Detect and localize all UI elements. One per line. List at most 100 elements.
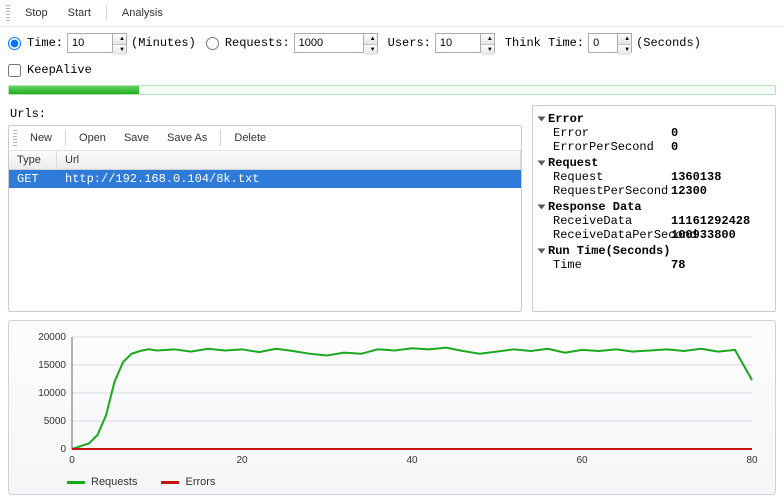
users-input[interactable] <box>435 33 481 53</box>
stats-row: ReceiveData11161292428 <box>539 214 769 228</box>
urls-table: Type Url GEThttp://192.168.0.104/8k.txt <box>9 151 521 311</box>
start-button[interactable]: Start <box>59 4 100 22</box>
stats-key: RequestPerSecond <box>553 184 671 198</box>
svg-text:20000: 20000 <box>38 332 66 343</box>
time-spin-up[interactable]: ▲ <box>113 34 126 44</box>
svg-text:20: 20 <box>236 455 248 466</box>
stats-value: 11161292428 <box>671 214 750 228</box>
svg-text:0: 0 <box>69 455 75 466</box>
stats-row: RequestPerSecond12300 <box>539 184 769 198</box>
legend-requests-label: Requests <box>91 476 137 488</box>
stats-row: Request1360138 <box>539 170 769 184</box>
requests-label: Requests: <box>225 36 290 50</box>
urls-saveas-button[interactable]: Save As <box>158 129 216 147</box>
analysis-button[interactable]: Analysis <box>113 4 172 22</box>
time-spinner[interactable]: ▲▼ <box>113 33 127 53</box>
stats-key: Time <box>553 258 671 272</box>
stats-section-title: Run Time(Seconds) <box>548 244 670 258</box>
requests-spin-down[interactable]: ▼ <box>364 44 377 55</box>
table-row[interactable]: GEThttp://192.168.0.104/8k.txt <box>9 170 521 188</box>
stats-value: 12300 <box>671 184 707 198</box>
collapse-icon <box>538 205 546 210</box>
requests-chart: 05000100001500020000020406080 <box>19 329 765 469</box>
urls-new-button[interactable]: New <box>21 129 61 147</box>
time-radio[interactable] <box>8 37 21 50</box>
svg-text:60: 60 <box>576 455 588 466</box>
stats-section-header[interactable]: Run Time(Seconds) <box>539 244 769 258</box>
requests-radio[interactable] <box>206 37 219 50</box>
urls-panel: New Open Save Save As Delete Type Url GE… <box>8 125 522 312</box>
progress-bar <box>8 85 776 95</box>
legend-errors-swatch <box>161 481 179 484</box>
legend-errors: Errors <box>161 476 215 488</box>
stats-section-title: Request <box>548 156 598 170</box>
stats-section-header[interactable]: Error <box>539 112 769 126</box>
requests-spinner[interactable]: ▲▼ <box>364 33 378 53</box>
toolbar-grip <box>6 5 10 21</box>
keepalive-label: KeepAlive <box>27 63 92 77</box>
urls-table-head: Type Url <box>9 151 521 170</box>
stats-row: Error0 <box>539 126 769 140</box>
middle-row: Urls: New Open Save Save As Delete Type … <box>0 101 784 320</box>
time-group: Time: ▲▼ (Minutes) <box>8 33 196 53</box>
svg-text:15000: 15000 <box>38 360 66 371</box>
stats-key: Error <box>553 126 671 140</box>
time-input[interactable] <box>67 33 113 53</box>
stats-row: ErrorPerSecond0 <box>539 140 769 154</box>
urls-col-url[interactable]: Url <box>57 151 521 169</box>
thinktime-label: Think Time: <box>505 36 584 50</box>
time-spin-down[interactable]: ▼ <box>113 44 126 55</box>
stats-key: ErrorPerSecond <box>553 140 671 154</box>
users-spin-up[interactable]: ▲ <box>481 34 494 44</box>
legend-requests-swatch <box>67 481 85 484</box>
svg-text:10000: 10000 <box>38 388 66 399</box>
stop-button[interactable]: Stop <box>16 4 57 22</box>
chart-panel: 05000100001500020000020406080 Requests E… <box>8 320 776 495</box>
legend-errors-label: Errors <box>185 476 215 488</box>
urls-save-button[interactable]: Save <box>115 129 158 147</box>
stats-section-header[interactable]: Response Data <box>539 200 769 214</box>
urls-delete-button[interactable]: Delete <box>225 129 275 147</box>
users-group: Users: ▲▼ <box>388 33 495 53</box>
urls-grip <box>13 130 17 146</box>
stats-value: 1360138 <box>671 170 721 184</box>
thinktime-unit: (Seconds) <box>636 36 701 50</box>
svg-text:0: 0 <box>60 444 66 455</box>
urls-sep1 <box>65 130 66 146</box>
thinktime-spin-down[interactable]: ▼ <box>618 44 631 55</box>
stats-section-header[interactable]: Request <box>539 156 769 170</box>
urls-open-button[interactable]: Open <box>70 129 115 147</box>
stats-section-title: Error <box>548 112 584 126</box>
thinktime-input[interactable] <box>588 33 618 53</box>
urls-col-type[interactable]: Type <box>9 151 57 169</box>
main-toolbar: Stop Start Analysis <box>0 0 784 27</box>
svg-text:80: 80 <box>746 455 758 466</box>
thinktime-group: Think Time: ▲▼ (Seconds) <box>505 33 701 53</box>
thinktime-spinner[interactable]: ▲▼ <box>618 33 632 53</box>
params-row: Time: ▲▼ (Minutes) Requests: ▲▼ Users: ▲… <box>0 27 784 83</box>
keepalive-checkbox[interactable] <box>8 64 21 77</box>
requests-input[interactable] <box>294 33 364 53</box>
keepalive-group: KeepAlive <box>8 63 92 77</box>
users-label: Users: <box>388 36 431 50</box>
stats-row: Time78 <box>539 258 769 272</box>
urls-toolbar: New Open Save Save As Delete <box>9 126 521 151</box>
legend-requests: Requests <box>67 476 137 488</box>
users-spin-down[interactable]: ▼ <box>481 44 494 55</box>
stats-panel: ErrorError0ErrorPerSecond0RequestRequest… <box>532 105 776 312</box>
urls-title: Urls: <box>8 105 522 125</box>
chart-legend: Requests Errors <box>19 472 765 488</box>
stats-key: ReceiveDataPerSecond <box>553 228 671 242</box>
thinktime-spin-up[interactable]: ▲ <box>618 34 631 44</box>
stats-value: 78 <box>671 258 685 272</box>
urls-sep2 <box>220 130 221 146</box>
requests-group: Requests: ▲▼ <box>206 33 378 53</box>
requests-spin-up[interactable]: ▲ <box>364 34 377 44</box>
users-spinner[interactable]: ▲▼ <box>481 33 495 53</box>
stats-key: ReceiveData <box>553 214 671 228</box>
stats-value: 0 <box>671 140 678 154</box>
time-unit: (Minutes) <box>131 36 196 50</box>
time-label: Time: <box>27 36 63 50</box>
cell-type: GET <box>9 170 57 188</box>
stats-value: 100933800 <box>671 228 736 242</box>
